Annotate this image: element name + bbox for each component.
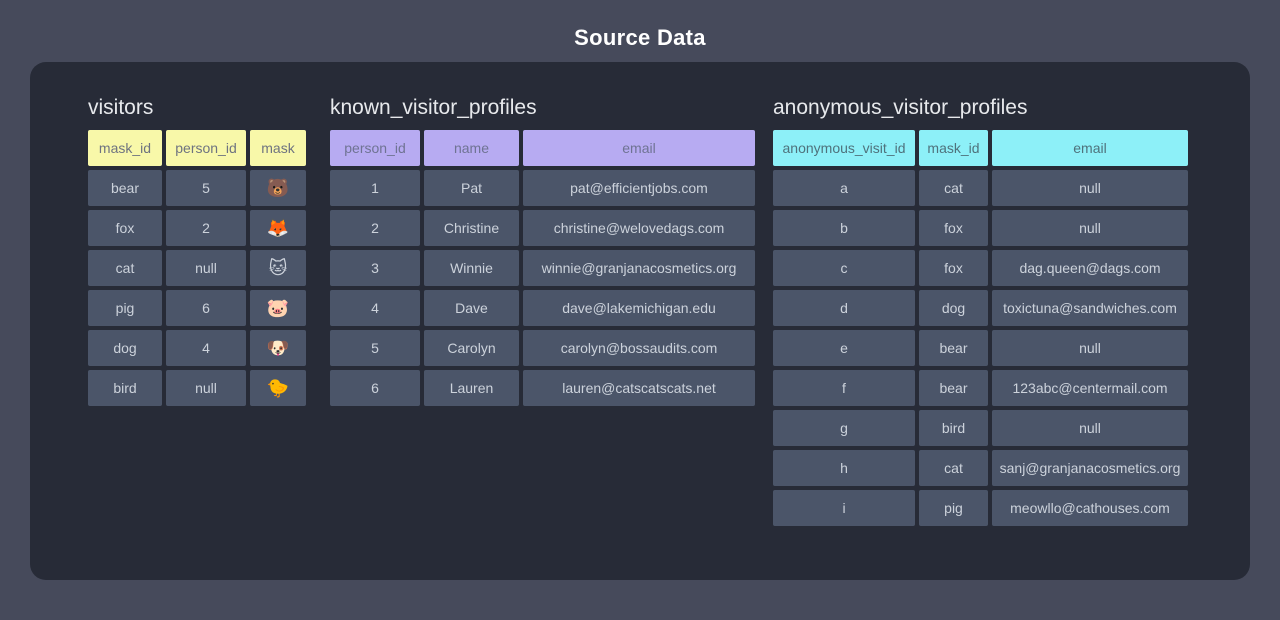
table-cell: 4 bbox=[166, 330, 246, 366]
table-cell: fox bbox=[919, 210, 988, 246]
table-cell: pat@efficientjobs.com bbox=[523, 170, 755, 206]
table-cell: e bbox=[773, 330, 915, 366]
table-cell: bird bbox=[88, 370, 162, 406]
table-cell: cat bbox=[88, 250, 162, 286]
table-cell: c bbox=[773, 250, 915, 286]
table-cell: 6 bbox=[166, 290, 246, 326]
table-cell: meowllo@cathouses.com bbox=[992, 490, 1188, 526]
dog-face-emoji: 🐶 bbox=[250, 330, 306, 366]
page-title: Source Data bbox=[0, 25, 1280, 51]
table-cell: dog bbox=[88, 330, 162, 366]
header-cell-mask: mask bbox=[250, 130, 306, 166]
table-cell: Lauren bbox=[424, 370, 519, 406]
table-cell: fox bbox=[88, 210, 162, 246]
table-title-known-visitor-profiles: known_visitor_profiles bbox=[330, 95, 755, 121]
table-cell: cat bbox=[919, 450, 988, 486]
baby-chick-emoji: 🐤 bbox=[250, 370, 306, 406]
table-cell: 5 bbox=[330, 330, 420, 366]
pig-face-emoji: 🐷 bbox=[250, 290, 306, 326]
table-cell: fox bbox=[919, 250, 988, 286]
table-cell: f bbox=[773, 370, 915, 406]
table-cell: a bbox=[773, 170, 915, 206]
header-cell-email: email bbox=[992, 130, 1188, 166]
table-title-visitors: visitors bbox=[88, 95, 306, 121]
table-cell: toxictuna@sandwiches.com bbox=[992, 290, 1188, 326]
table-cell: null bbox=[992, 210, 1188, 246]
header-cell-person_id: person_id bbox=[330, 130, 420, 166]
table-cell: bear bbox=[919, 330, 988, 366]
table-cell: 5 bbox=[166, 170, 246, 206]
table-cell: bear bbox=[919, 370, 988, 406]
table-cell: i bbox=[773, 490, 915, 526]
table-cell: h bbox=[773, 450, 915, 486]
table-cell: d bbox=[773, 290, 915, 326]
table-cell: 1 bbox=[330, 170, 420, 206]
table-cell: Christine bbox=[424, 210, 519, 246]
header-cell-anonymous_visit_id: anonymous_visit_id bbox=[773, 130, 915, 166]
table-cell: bear bbox=[88, 170, 162, 206]
table-cell: dave@lakemichigan.edu bbox=[523, 290, 755, 326]
table-anonymous-visitor-profiles: anonymous_visitor_profiles anonymous_vis… bbox=[773, 95, 1188, 526]
table-visitors: visitors mask_idperson_idmask bear5🐻 fox2🦊… bbox=[88, 95, 306, 406]
table-cell: 123abc@centermail.com bbox=[992, 370, 1188, 406]
table-cell: dag.queen@dags.com bbox=[992, 250, 1188, 286]
table-cell: sanj@granjanacosmetics.org bbox=[992, 450, 1188, 486]
table-cell: Carolyn bbox=[424, 330, 519, 366]
table-cell: cat bbox=[919, 170, 988, 206]
table-cell: null bbox=[166, 370, 246, 406]
table-cell: 2 bbox=[166, 210, 246, 246]
header-cell-mask_id: mask_id bbox=[88, 130, 162, 166]
table-cell: carolyn@bossaudits.com bbox=[523, 330, 755, 366]
table-cell: pig bbox=[919, 490, 988, 526]
header-cell-person_id: person_id bbox=[166, 130, 246, 166]
table-cell: 6 bbox=[330, 370, 420, 406]
table-cell: winnie@granjanacosmetics.org bbox=[523, 250, 755, 286]
table-cell: null bbox=[166, 250, 246, 286]
table-cell: b bbox=[773, 210, 915, 246]
visitors-grid: mask_idperson_idmaskbear5🐻fox2🦊catnull🐱p… bbox=[88, 130, 306, 406]
table-cell: 3 bbox=[330, 250, 420, 286]
bear-face-emoji: 🐻 bbox=[250, 170, 306, 206]
table-cell: null bbox=[992, 170, 1188, 206]
table-cell: pig bbox=[88, 290, 162, 326]
table-cell: bird bbox=[919, 410, 988, 446]
cat-face-emoji: 🐱 bbox=[250, 250, 306, 286]
header-cell-mask_id: mask_id bbox=[919, 130, 988, 166]
table-cell: null bbox=[992, 330, 1188, 366]
table-cell: Dave bbox=[424, 290, 519, 326]
source-data-panel: visitors mask_idperson_idmaskbear5🐻fox2🦊… bbox=[30, 62, 1250, 580]
table-title-anonymous-visitor-profiles: anonymous_visitor_profiles bbox=[773, 95, 1188, 121]
table-cell: 2 bbox=[330, 210, 420, 246]
fox-face-emoji: 🦊 bbox=[250, 210, 306, 246]
table-cell: Pat bbox=[424, 170, 519, 206]
header-cell-name: name bbox=[424, 130, 519, 166]
table-cell: Winnie bbox=[424, 250, 519, 286]
anonymous-visitor-profiles-grid: anonymous_visit_idmask_idemailacatnullbf… bbox=[773, 130, 1188, 526]
table-cell: dog bbox=[919, 290, 988, 326]
table-known-visitor-profiles: known_visitor_profiles person_idnameemai… bbox=[330, 95, 755, 406]
table-cell: christine@welovedags.com bbox=[523, 210, 755, 246]
table-cell: g bbox=[773, 410, 915, 446]
table-cell: lauren@catscatscats.net bbox=[523, 370, 755, 406]
header-cell-email: email bbox=[523, 130, 755, 166]
known-visitor-profiles-grid: person_idnameemail 1Patpat@efficientjobs.… bbox=[330, 130, 755, 406]
table-cell: 4 bbox=[330, 290, 420, 326]
table-cell: null bbox=[992, 410, 1188, 446]
